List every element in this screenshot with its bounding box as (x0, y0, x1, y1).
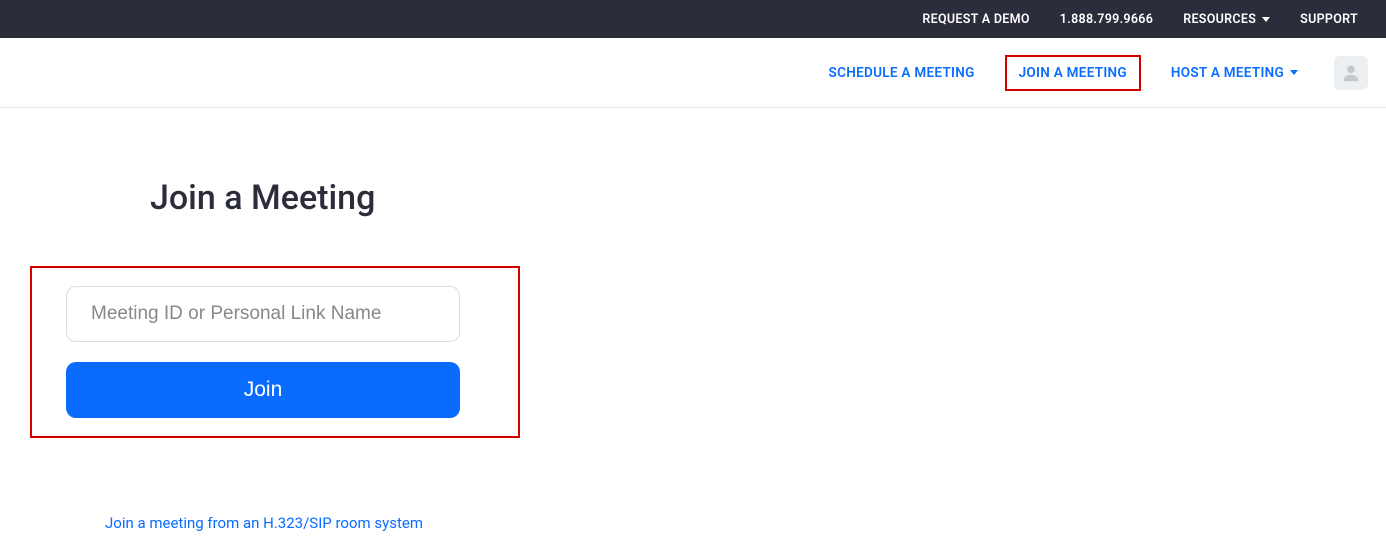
user-icon (1340, 62, 1362, 84)
join-button[interactable]: Join (66, 362, 460, 418)
phone-number[interactable]: 1.888.799.9666 (1060, 12, 1153, 27)
chevron-down-icon (1262, 17, 1270, 22)
join-meeting-link[interactable]: JOIN A MEETING (1005, 55, 1141, 91)
page-title: Join a Meeting (150, 178, 900, 218)
support-link[interactable]: SUPPORT (1300, 12, 1358, 27)
resources-label: RESOURCES (1183, 12, 1256, 27)
chevron-down-icon (1290, 70, 1298, 75)
host-meeting-label: HOST A MEETING (1171, 65, 1284, 81)
room-system-link[interactable]: Join a meeting from an H.323/SIP room sy… (105, 514, 423, 532)
avatar[interactable] (1334, 56, 1368, 90)
main-nav: SCHEDULE A MEETING JOIN A MEETING HOST A… (0, 38, 1386, 108)
request-demo-link[interactable]: REQUEST A DEMO (922, 12, 1029, 27)
top-utility-bar: REQUEST A DEMO 1.888.799.9666 RESOURCES … (0, 0, 1386, 38)
join-form-highlight: Join (30, 266, 520, 438)
schedule-meeting-link[interactable]: SCHEDULE A MEETING (825, 59, 979, 87)
resources-dropdown[interactable]: RESOURCES (1183, 12, 1270, 27)
meeting-id-input[interactable] (66, 286, 460, 342)
main-content: Join a Meeting Join Join a meeting from … (0, 108, 900, 532)
host-meeting-dropdown[interactable]: HOST A MEETING (1167, 59, 1302, 87)
